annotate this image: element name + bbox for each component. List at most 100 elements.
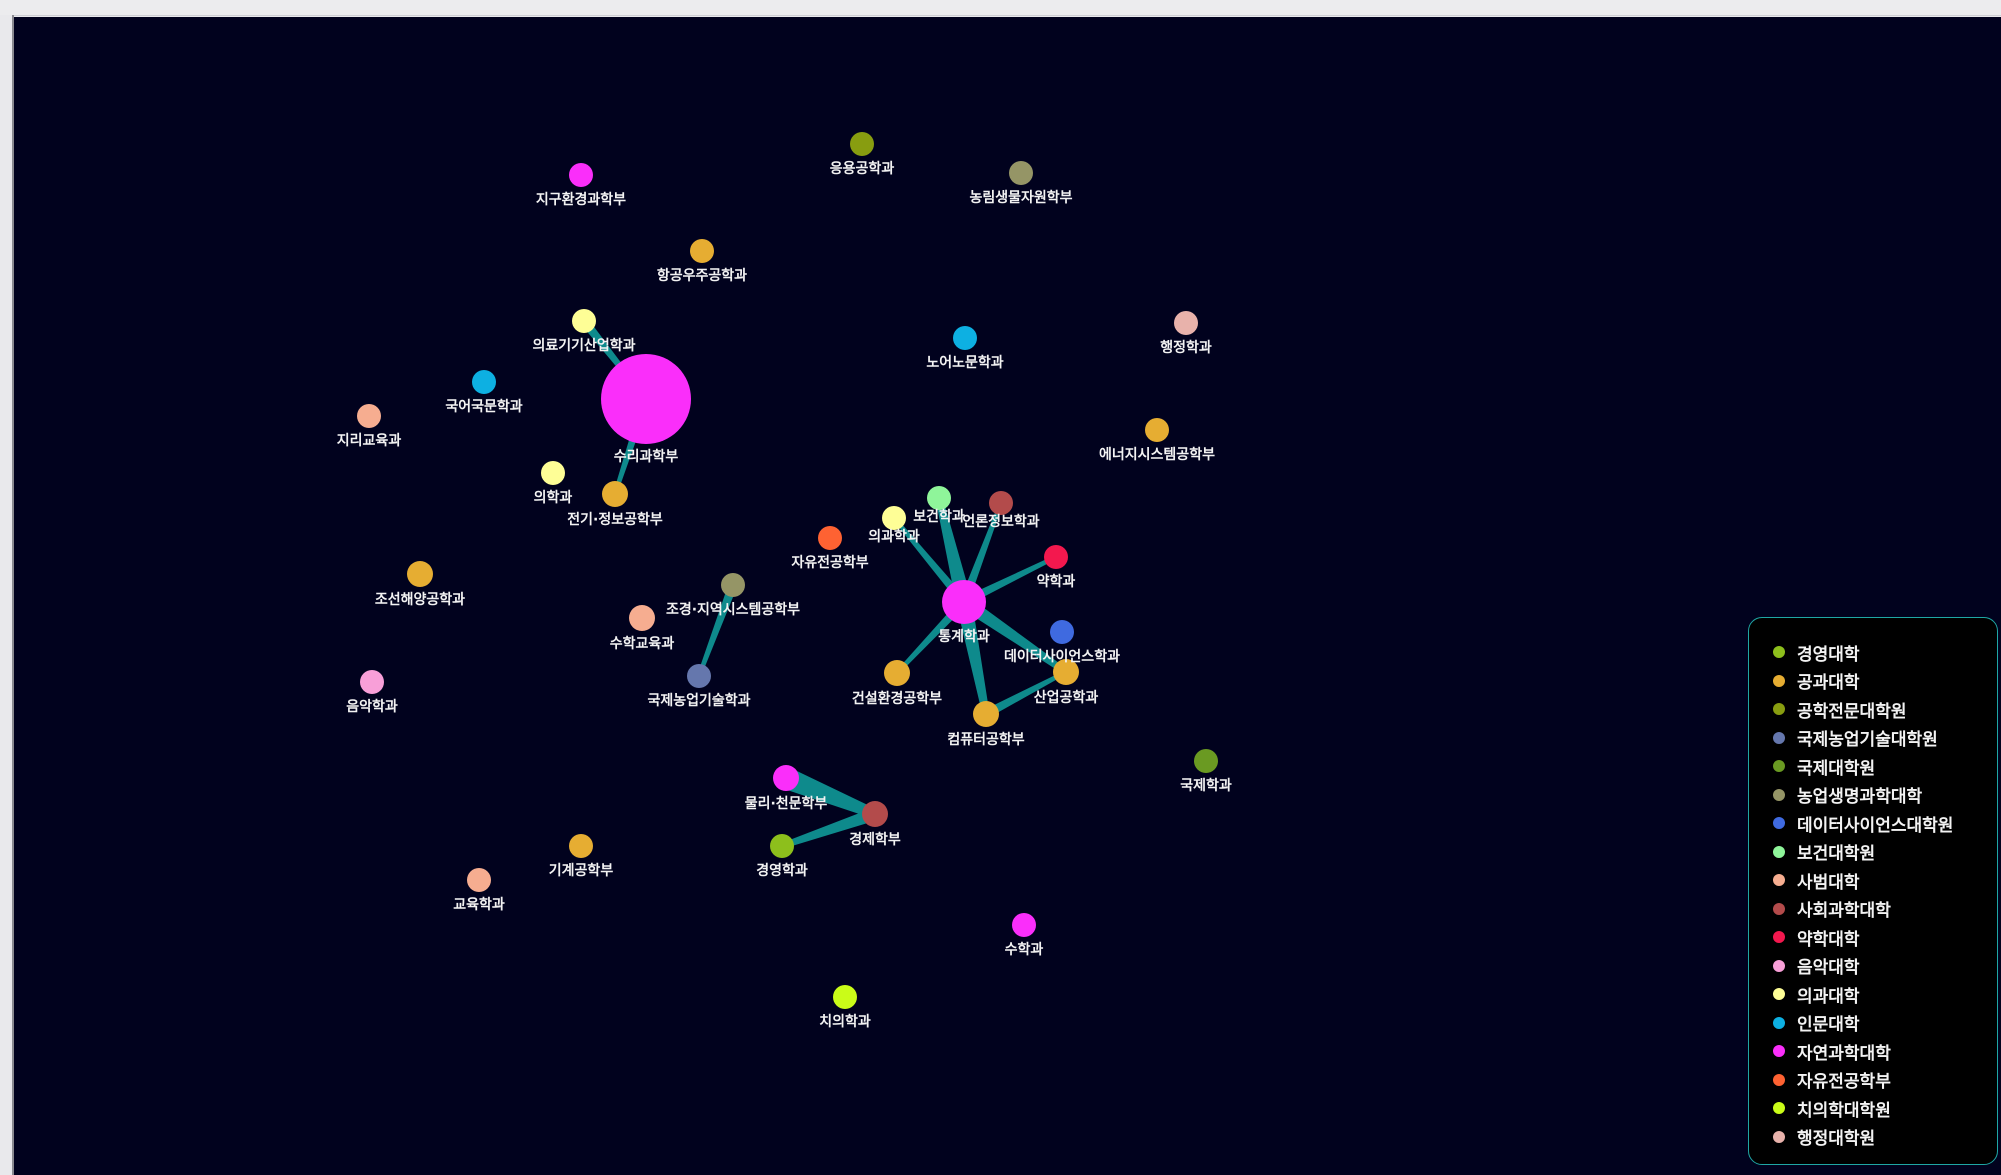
graph-node-label: 경영학과 — [756, 862, 808, 879]
window-top-bar — [0, 0, 2001, 16]
legend-item: 공학전문대학원 — [1773, 695, 1997, 724]
graph-node[interactable] — [953, 326, 977, 350]
legend-label: 사회과학대학 — [1797, 901, 1891, 922]
legend-label: 인문대학 — [1797, 1015, 1860, 1036]
graph-node-label: 수리과학부 — [614, 449, 679, 465]
graph-node-label: 데이터사이언스학과 — [1004, 648, 1120, 665]
legend-item: 인문대학 — [1773, 1009, 1997, 1038]
legend-item: 의과대학 — [1773, 980, 1997, 1009]
graph-node[interactable] — [942, 580, 986, 624]
graph-node[interactable] — [1012, 913, 1036, 937]
legend-item: 사회과학대학 — [1773, 895, 1997, 924]
graph-node-label: 보건학과 — [913, 508, 965, 525]
legend-item: 자연과학대학 — [1773, 1037, 1997, 1066]
graph-node-label: 조경·지역시스템공학부 — [666, 601, 800, 618]
legend-label: 자유전공학부 — [1797, 1072, 1891, 1093]
graph-node[interactable] — [770, 834, 794, 858]
legend-swatch — [1773, 788, 1785, 801]
graph-node-label: 노어노문학과 — [926, 354, 1003, 371]
graph-node[interactable] — [1050, 620, 1074, 644]
graph-node-label: 통계학과 — [938, 629, 990, 645]
graph-node[interactable] — [1145, 418, 1169, 442]
graph-node[interactable] — [721, 573, 745, 597]
graph-node[interactable] — [687, 664, 711, 688]
graph-node[interactable] — [541, 461, 565, 485]
graph-node[interactable] — [1174, 311, 1198, 335]
legend-item: 농업생명과학대학 — [1773, 781, 1997, 810]
graph-node[interactable] — [818, 526, 842, 550]
network-graph-canvas[interactable]: 지구환경과학부 응용공학과 농림생물자원학부 항공우주공학과 의료기기산업학과 노어노문학… — [14, 17, 2001, 1175]
legend-label: 자연과학대학 — [1797, 1043, 1891, 1064]
graph-node[interactable] — [569, 834, 593, 858]
graph-node-label: 항공우주공학과 — [657, 267, 747, 284]
graph-node[interactable] — [989, 491, 1013, 515]
graph-node[interactable] — [690, 239, 714, 263]
legend-label: 공학전문대학원 — [1797, 701, 1907, 722]
legend-item: 국제농업기술대학원 — [1773, 724, 1997, 753]
graph-node[interactable] — [862, 801, 888, 827]
graph-node-label: 언론정보학과 — [962, 513, 1039, 530]
graph-node[interactable] — [850, 132, 874, 156]
legend-swatch — [1773, 731, 1785, 744]
graph-node-label: 치의학과 — [819, 1013, 871, 1030]
graph-node[interactable] — [884, 660, 910, 686]
legend-item: 데이터사이언스대학원 — [1773, 809, 1997, 838]
graph-node[interactable] — [1194, 749, 1218, 773]
legend-swatch — [1773, 1102, 1785, 1115]
graph-node[interactable] — [882, 506, 906, 530]
legend-item: 공과대학 — [1773, 667, 1997, 696]
graph-node[interactable] — [357, 404, 381, 428]
network-graph[interactable]: 지구환경과학부 응용공학과농림생물자원학부항공우주공학과의료기기산업학과노어노문학… — [14, 17, 2001, 1175]
legend-swatch — [1773, 874, 1785, 887]
graph-node-label: 산업공학과 — [1034, 689, 1099, 706]
graph-node[interactable] — [927, 486, 951, 510]
graph-node[interactable] — [1044, 545, 1068, 569]
graph-node[interactable] — [572, 309, 596, 333]
legend-swatch — [1773, 646, 1785, 659]
graph-edge — [697, 583, 738, 677]
graph-node-label: 건설환경공학부 — [852, 690, 942, 707]
graph-node[interactable] — [601, 354, 691, 444]
graph-node-label: 경제학부 — [849, 831, 901, 848]
graph-node[interactable] — [773, 765, 799, 791]
graph-node-label: 컴퓨터공학부 — [947, 732, 1024, 748]
graph-node-label: 자유전공학부 — [791, 554, 868, 571]
graph-node-label: 지리교육과 — [337, 433, 402, 449]
graph-node-label: 에너지시스템공학부 — [1099, 446, 1215, 463]
graph-node-label: 의학과 — [534, 489, 573, 506]
graph-node-label: 국어국문학과 — [445, 398, 522, 415]
legend-swatch — [1773, 817, 1785, 830]
graph-node-label: 기계공학부 — [549, 863, 614, 879]
legend-label: 사범대학 — [1797, 872, 1860, 893]
graph-node-label: 국제농업기술학과 — [647, 693, 750, 709]
graph-node[interactable] — [629, 605, 655, 631]
legend-item: 사범대학 — [1773, 866, 1997, 895]
graph-node-label: 응용공학과 — [830, 161, 895, 177]
graph-node[interactable] — [833, 985, 857, 1009]
graph-node[interactable] — [467, 868, 491, 892]
legend-label: 약학대학 — [1797, 929, 1860, 950]
graph-node-label: 교육학과 — [453, 897, 505, 913]
graph-node[interactable] — [973, 701, 999, 727]
graph-node[interactable] — [472, 370, 496, 394]
legend-swatch — [1773, 703, 1785, 716]
legend-item: 자유전공학부 — [1773, 1066, 1997, 1095]
legend-item: 음악대학 — [1773, 952, 1997, 981]
graph-node-label: 농림생물자원학부 — [969, 190, 1072, 206]
graph-node[interactable] — [407, 561, 433, 587]
legend-label: 의과대학 — [1797, 986, 1860, 1007]
graph-node[interactable] — [360, 670, 384, 694]
legend-swatch — [1773, 674, 1785, 687]
graph-node-label: 물리·천문학부 — [745, 796, 828, 812]
window-left-border — [0, 15, 14, 1175]
graph-node[interactable] — [569, 163, 593, 187]
legend-label: 공과대학 — [1797, 673, 1860, 694]
graph-node-label: 전기·정보공학부 — [567, 511, 663, 528]
graph-node[interactable] — [1009, 161, 1033, 185]
graph-node-label: 약학과 — [1037, 573, 1076, 590]
legend-swatch — [1773, 1045, 1785, 1058]
graph-node-label: 수학과 — [1005, 942, 1044, 958]
graph-node[interactable] — [602, 481, 628, 507]
legend-label: 데이터사이언스대학원 — [1797, 815, 1954, 836]
legend-label: 국제농업기술대학원 — [1797, 730, 1938, 751]
